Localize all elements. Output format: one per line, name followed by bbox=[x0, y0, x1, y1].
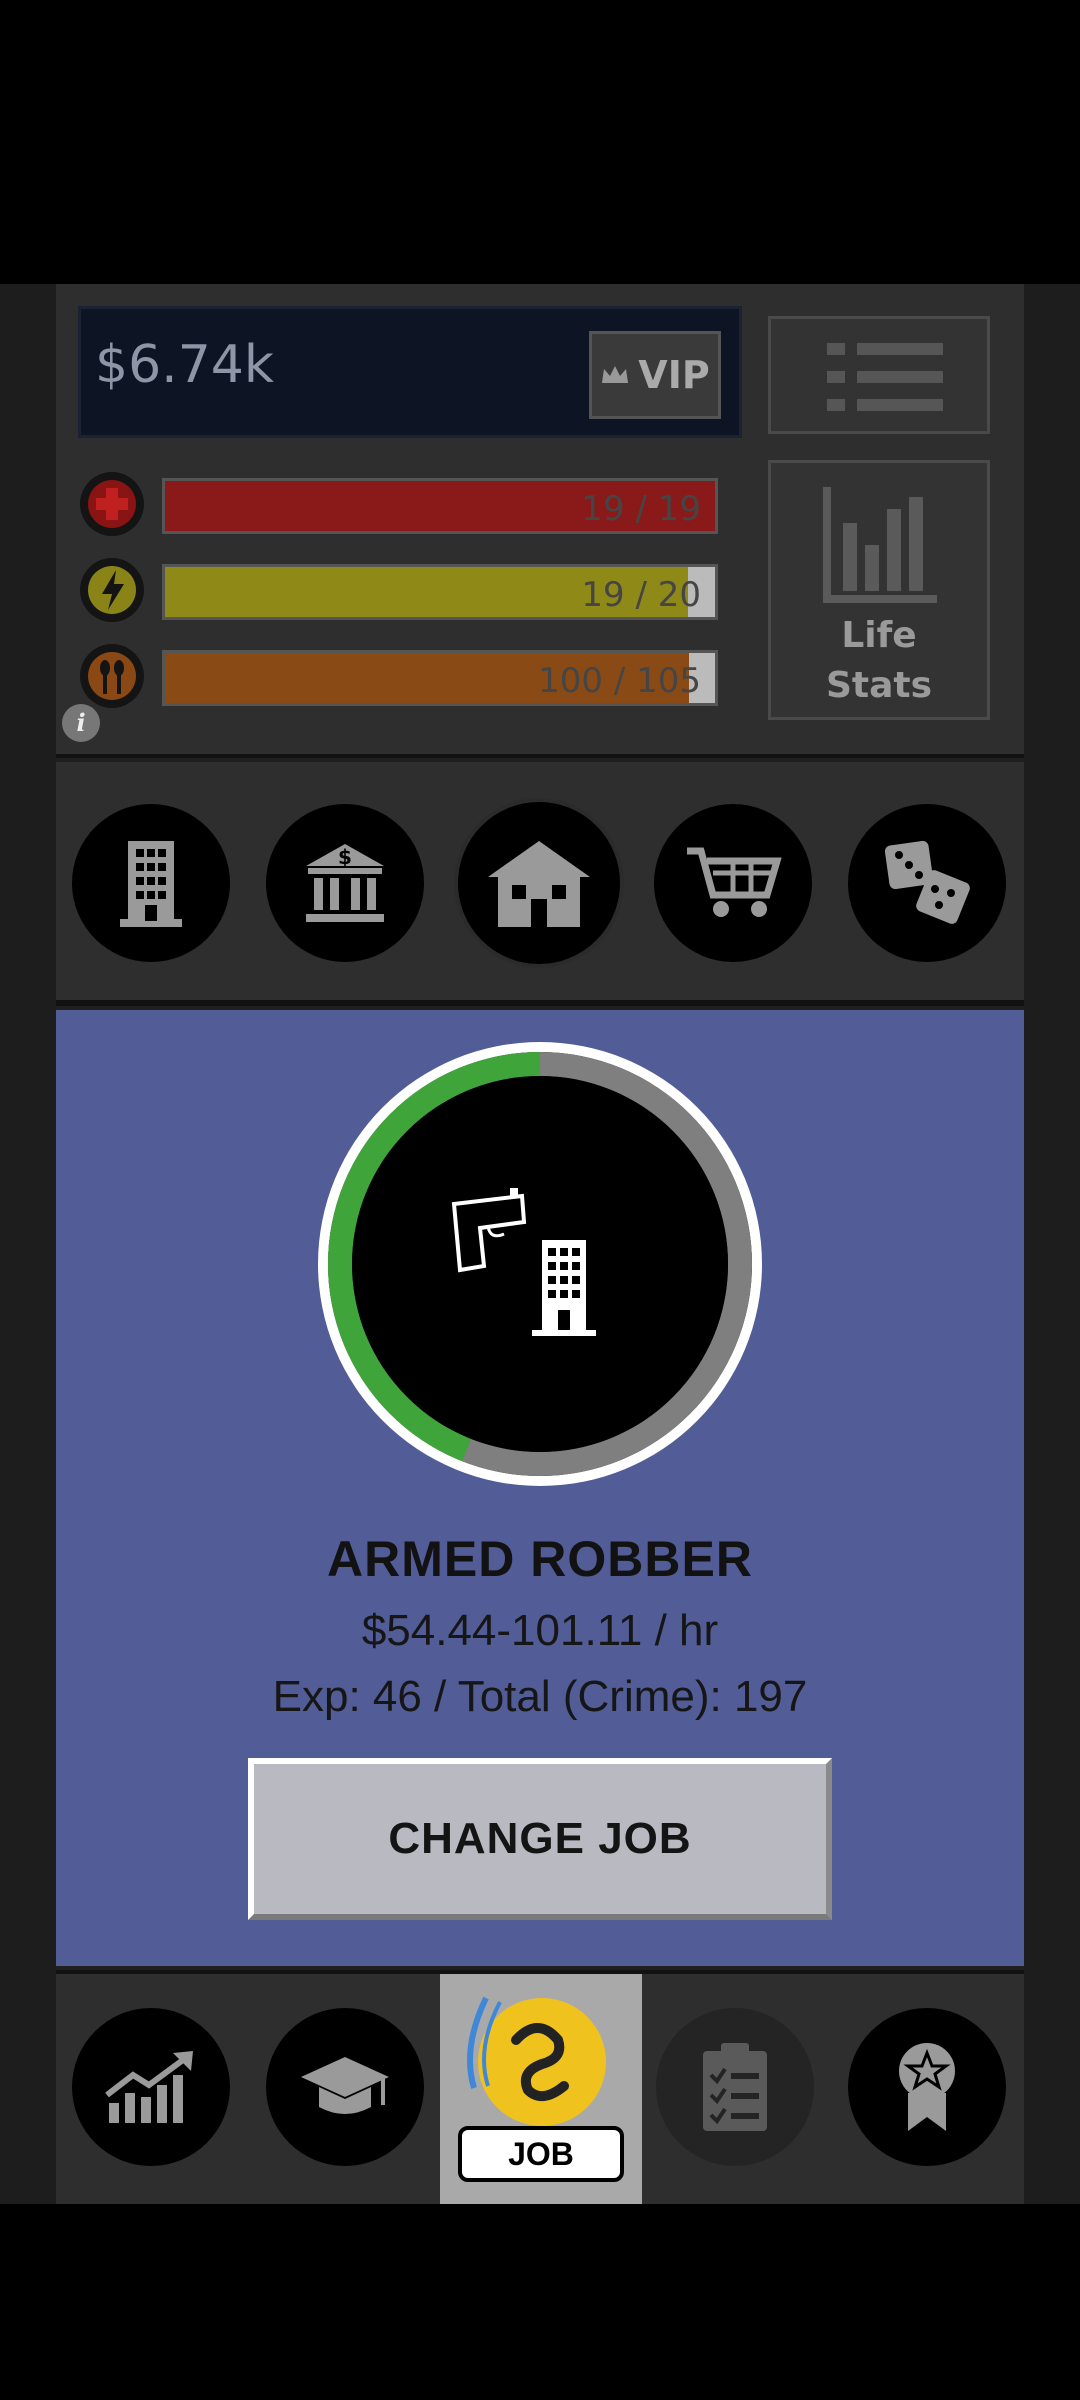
job-pay-rate: $54.44-101.11 / hr bbox=[361, 1606, 719, 1655]
energy-bar: 19 / 20 bbox=[162, 564, 718, 620]
emoji-face-icon bbox=[467, 1996, 606, 2126]
nav-education[interactable] bbox=[266, 2008, 424, 2166]
bar-chart-icon bbox=[823, 487, 937, 603]
health-bar: 19 / 19 bbox=[162, 478, 718, 534]
graduation-cap-icon bbox=[301, 2057, 389, 2114]
category-bar: $ bbox=[56, 762, 1024, 1006]
category-work[interactable] bbox=[72, 804, 230, 962]
life-stats-button[interactable]: Life Stats bbox=[768, 460, 990, 720]
job-progress-ring bbox=[318, 1042, 762, 1486]
nav-tasks[interactable] bbox=[656, 2008, 814, 2166]
job-panel: ARMED ROBBER $54.44-101.11 / hr Exp: 46 … bbox=[56, 1010, 1024, 1966]
money-amount: $6.74k bbox=[95, 335, 274, 395]
vip-label: VIP bbox=[638, 353, 710, 397]
job-title: ARMED ROBBER bbox=[327, 1531, 753, 1587]
job-experience: Exp: 46 / Total (Crime): 197 bbox=[272, 1672, 808, 1721]
food-stat: 100 / 105 bbox=[80, 644, 740, 708]
status-header: $6.74k VIP Life Stats 19 / 19 19 / 20 10… bbox=[56, 284, 1024, 758]
lightning-icon bbox=[80, 558, 144, 622]
change-job-button[interactable]: CHANGE JOB bbox=[248, 1758, 832, 1920]
category-home[interactable] bbox=[454, 798, 624, 968]
category-bank[interactable]: $ bbox=[266, 804, 424, 962]
award-badge-icon bbox=[899, 2043, 955, 2131]
vip-button[interactable]: VIP bbox=[589, 331, 721, 419]
category-shop[interactable] bbox=[654, 804, 812, 962]
svg-text:$: $ bbox=[338, 845, 352, 869]
building-icon bbox=[120, 841, 182, 927]
bank-icon: $ bbox=[306, 844, 384, 922]
bottom-nav: JOB bbox=[56, 1970, 1024, 2204]
category-casino[interactable] bbox=[848, 804, 1006, 962]
nav-job[interactable]: JOB bbox=[440, 1974, 642, 2204]
health-stat: 19 / 19 bbox=[80, 472, 740, 536]
cart-icon bbox=[687, 847, 782, 917]
crown-icon bbox=[602, 366, 629, 383]
house-icon bbox=[488, 841, 590, 927]
frame-right bbox=[1024, 284, 1080, 2204]
dice-icon bbox=[884, 840, 970, 924]
food-value: 100 / 105 bbox=[538, 661, 701, 701]
game-screen: $6.74k VIP Life Stats 19 / 19 19 / 20 10… bbox=[0, 284, 1080, 2204]
info-icon[interactable]: i bbox=[62, 704, 100, 742]
nav-stocks[interactable] bbox=[72, 2008, 230, 2166]
health-value: 19 / 19 bbox=[581, 489, 701, 529]
menu-icon bbox=[827, 343, 845, 355]
nav-achievements[interactable] bbox=[848, 2008, 1006, 2166]
health-cross-icon bbox=[80, 472, 144, 536]
energy-stat: 19 / 20 bbox=[80, 558, 740, 622]
utensils-icon bbox=[80, 644, 144, 708]
energy-value: 19 / 20 bbox=[581, 575, 701, 615]
clipboard-icon bbox=[703, 2043, 767, 2131]
money-display: $6.74k VIP bbox=[78, 306, 742, 438]
chart-up-icon bbox=[105, 2051, 193, 2123]
frame-left bbox=[0, 284, 56, 2204]
nav-job-label: JOB bbox=[458, 2126, 624, 2182]
menu-button[interactable] bbox=[768, 316, 990, 434]
food-bar: 100 / 105 bbox=[162, 650, 718, 706]
life-stats-label: Life Stats bbox=[825, 615, 933, 706]
